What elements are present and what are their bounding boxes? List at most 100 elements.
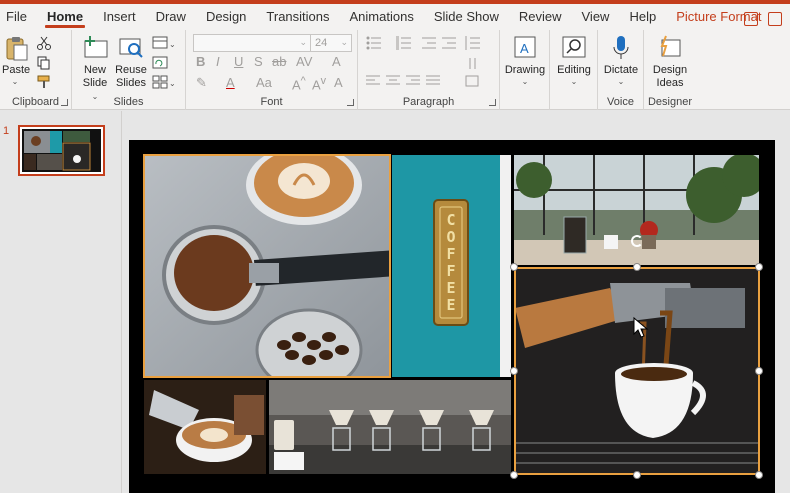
resize-handle-bottom[interactable] [633,471,641,479]
tab-file[interactable]: File [0,4,37,30]
increase-indent-icon[interactable] [442,36,458,50]
tab-draw[interactable]: Draw [146,4,196,30]
svg-text:⌄: ⌄ [169,40,176,49]
tab-animations[interactable]: Animations [340,4,424,30]
font-size-combo[interactable]: 24 ⌄ [310,34,352,52]
slides-group-label: Slides [113,96,144,108]
reuse-slides-icon [117,34,145,62]
paste-button[interactable]: Paste ⌄ [2,34,31,86]
bullets-icon[interactable] [366,36,388,50]
svg-text:⌄: ⌄ [169,79,176,88]
tab-transitions[interactable]: Transitions [256,4,339,30]
resize-handle-right[interactable] [755,367,763,375]
slide-thumbnail-1[interactable] [18,125,105,176]
resize-handle-bottom-left[interactable] [510,471,518,479]
group-voice: Dictate ⌄ Voice [598,30,644,110]
group-clipboard: Paste ⌄ Clipboard [0,30,72,110]
share-icon[interactable] [744,12,758,26]
voice-group-label: Voice [607,96,634,108]
text-direction-icon[interactable] [464,56,486,70]
dictate-label: Dictate [603,64,639,76]
font-name-combo[interactable]: ⌄ [193,34,311,52]
chevron-down-icon: ⌄ [570,77,578,86]
clear-all-formatting-icon[interactable]: A [334,75,343,90]
drawing-label: Drawing [504,64,546,76]
slide-thumbnail-image [22,129,101,172]
tab-help[interactable]: Help [619,4,666,30]
line-spacing-icon[interactable] [464,36,486,50]
reuse-slides-button[interactable]: Reuse Slides [114,34,148,90]
font-launcher-icon[interactable] [347,99,354,106]
cut-icon[interactable] [36,36,52,50]
align-left-icon[interactable] [366,74,382,88]
reset-icon[interactable] [152,56,168,70]
new-slide-label-1: New [83,64,106,76]
clipboard-launcher-icon[interactable] [61,99,68,106]
italic-icon[interactable]: I [216,54,220,69]
slide-canvas[interactable]: COFFEE [129,140,775,493]
copy-icon[interactable] [36,56,52,70]
align-right-icon[interactable] [406,74,422,88]
comments-icon[interactable] [768,12,782,26]
tab-home[interactable]: Home [37,4,93,30]
highlight-icon[interactable]: ✎ [196,75,207,91]
new-slide-icon [81,34,109,62]
align-center-icon[interactable] [386,74,402,88]
strikethrough-icon[interactable]: ab [272,54,286,69]
move-cursor-icon [632,316,652,340]
format-painter-icon[interactable] [36,75,52,89]
tab-review[interactable]: Review [509,4,572,30]
design-ideas-button[interactable]: Design Ideas [648,34,692,90]
resize-handle-left[interactable] [510,367,518,375]
reuse-slides-label-1: Reuse [115,64,147,76]
photo-latte-pour[interactable] [144,380,266,474]
photo-cafe-interior[interactable] [514,155,759,265]
resize-handle-bottom-right[interactable] [755,471,763,479]
underline-icon[interactable]: U [234,54,243,69]
decrease-indent-icon[interactable] [422,36,438,50]
rotate-handle-icon[interactable] [631,235,643,247]
design-ideas-icon [656,34,684,62]
reuse-slides-label-2: Slides [116,77,146,89]
tab-slide-show[interactable]: Slide Show [424,4,509,30]
character-spacing-icon[interactable]: AV [296,54,312,69]
resize-handle-top-right[interactable] [755,263,763,271]
decrease-font-icon[interactable]: Av [312,75,326,92]
photo-portafilter[interactable] [144,155,390,377]
layout-icon[interactable]: ⌄ [152,36,176,50]
photo-coffee-sign[interactable]: COFFEE [392,155,511,377]
svg-text:A: A [520,41,529,56]
font-color-icon[interactable]: A [226,75,235,90]
shadow-icon[interactable]: S [254,54,263,69]
new-slide-label-2: Slide [82,77,108,89]
paste-icon [2,34,30,62]
group-slides: New Slide ⌄ Reuse Slides ⌄ ⌄ Slides [72,30,186,110]
bold-icon[interactable]: B [196,54,205,69]
tab-view[interactable]: View [572,4,620,30]
paragraph-group-label: Paragraph [402,96,455,108]
resize-handle-top-left[interactable] [510,263,518,271]
slide-number: 1 [3,125,10,137]
group-drawing: A Drawing ⌄ [500,30,550,110]
chevron-down-icon: ⌄ [299,37,307,47]
find-icon [560,34,588,62]
align-text-icon[interactable] [464,74,486,88]
editing-button[interactable]: Editing ⌄ [554,34,594,86]
increase-font-icon[interactable]: A^ [292,75,306,92]
change-case-icon[interactable]: Aa [256,75,272,90]
resize-handle-top[interactable] [633,263,641,271]
numbering-icon[interactable] [396,36,418,50]
photo-espresso-shot[interactable] [515,268,759,474]
tab-insert[interactable]: Insert [93,4,146,30]
dictate-button[interactable]: Dictate ⌄ [600,34,642,86]
microphone-icon [607,34,635,62]
new-slide-button[interactable]: New Slide ⌄ [78,34,112,103]
section-icon[interactable]: ⌄ [152,75,176,89]
justify-icon[interactable] [426,74,442,88]
tab-design[interactable]: Design [196,4,256,30]
paragraph-launcher-icon[interactable] [489,99,496,106]
clear-formatting-icon[interactable]: A [332,54,341,69]
paste-label: Paste [2,64,31,76]
photo-pour-over-bar[interactable] [269,380,511,474]
drawing-button[interactable]: A Drawing ⌄ [504,34,546,86]
